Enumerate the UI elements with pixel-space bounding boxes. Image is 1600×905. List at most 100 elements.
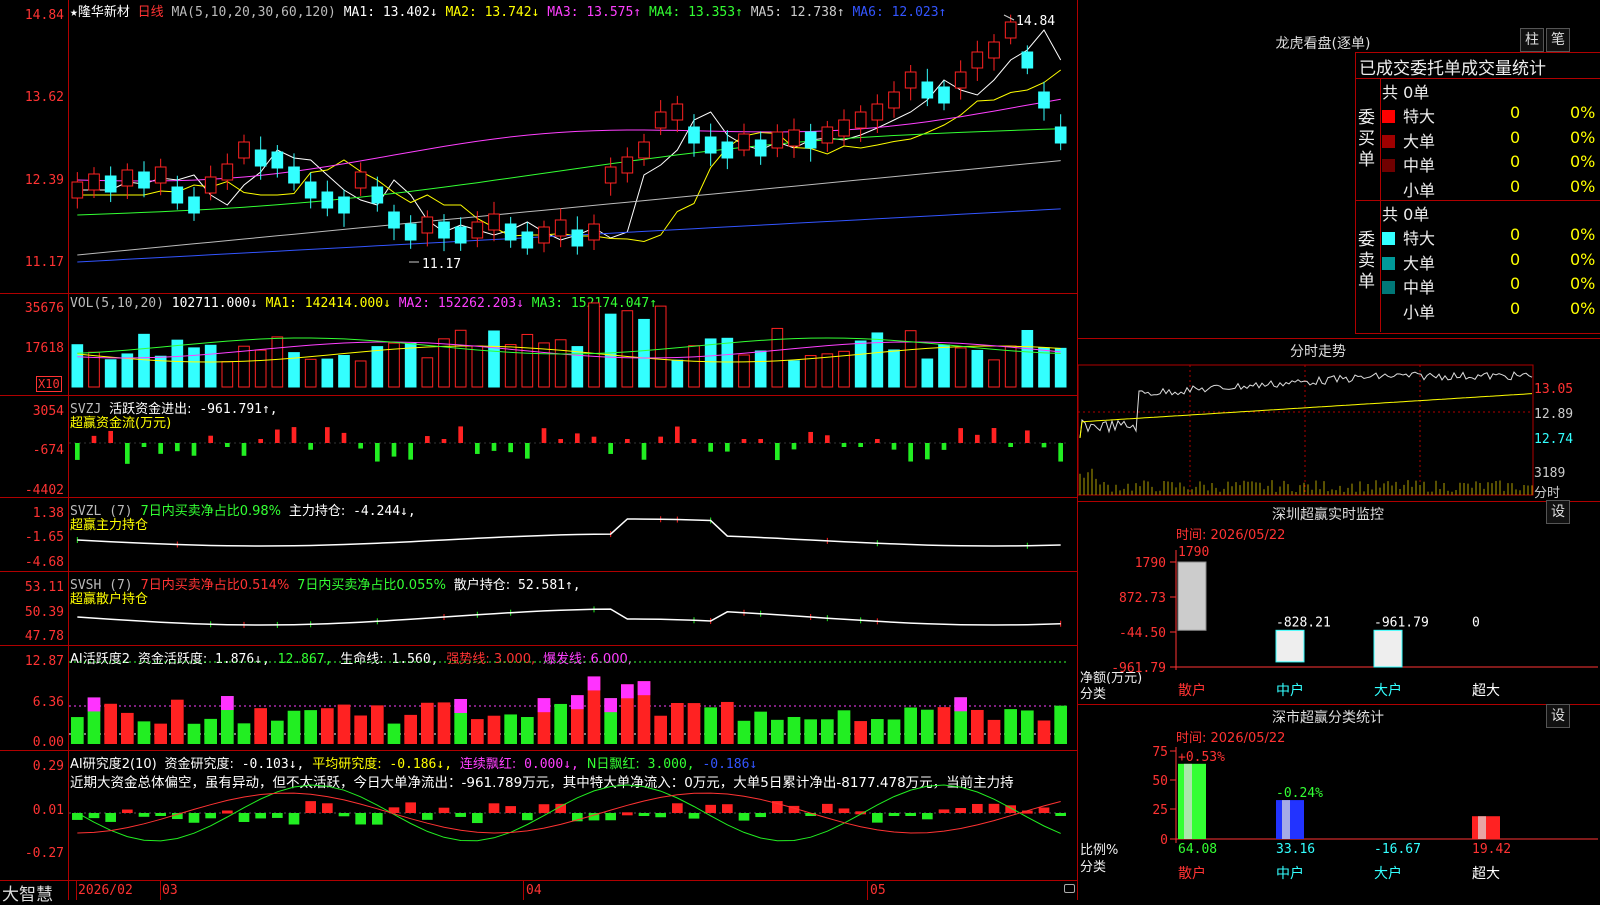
candle (1054, 126, 1067, 144)
tick-mode-button[interactable]: 笔 (1546, 28, 1570, 52)
flow-bar (108, 430, 113, 443)
lock-icon[interactable] (1064, 884, 1075, 893)
ratio-bar-highlight (1478, 816, 1486, 839)
net-bar (1177, 561, 1207, 631)
activity-bar (754, 711, 767, 744)
intraday-tick: 13.05 (1534, 382, 1574, 397)
research-bar (288, 813, 300, 825)
fund-flow-chart[interactable] (69, 396, 1077, 497)
volume-bar (254, 349, 267, 388)
sz-net-chart[interactable]: 1790872.73-44.50-961.791790散户-828.21中户-9… (1078, 540, 1600, 700)
order-size-label: 小单 (1403, 180, 1436, 200)
candle (171, 186, 184, 204)
activity-chart[interactable] (69, 646, 1077, 750)
volume-bar (688, 345, 700, 388)
category-label: 大户 (1374, 682, 1402, 699)
activity-bar (704, 707, 717, 744)
price-line (1079, 371, 1533, 439)
order-count: 0 (1510, 298, 1521, 318)
sz-cat-label: 分类 (1080, 687, 1107, 702)
category-label: 中户 (1276, 682, 1304, 699)
order-stat-row: 大单 0 0% (1382, 128, 1600, 152)
volume-bar (638, 318, 650, 388)
order-stat-row: 中单 0 0% (1382, 274, 1600, 298)
svzj-tick: -4402 (24, 483, 64, 498)
candle (288, 166, 300, 184)
candle (221, 163, 234, 181)
vol-tick: 35676 (24, 301, 64, 316)
ratio-value-label: -16.67 (1374, 842, 1421, 857)
volume-bar (888, 349, 900, 388)
candle (504, 223, 517, 241)
activity-bar (971, 709, 984, 744)
activity-burst (571, 695, 584, 710)
order-count: 0 (1510, 103, 1521, 122)
svzl-tick: 1.38 (32, 506, 64, 521)
candle (838, 119, 850, 137)
activity-bar (321, 708, 334, 744)
flow-bar (608, 443, 613, 454)
order-percent: 0% (1570, 298, 1596, 318)
research-chart[interactable] (69, 751, 1077, 880)
ai2-tick: -0.27 (24, 846, 64, 861)
class-settings-button[interactable]: 设 (1546, 704, 1570, 728)
main-holding-chart[interactable] (69, 498, 1077, 571)
sz-tick-label: -44.50 (1119, 626, 1166, 641)
research-bar (188, 813, 200, 823)
activity-bar (371, 705, 384, 744)
candle (704, 136, 717, 154)
research-bar (138, 813, 150, 817)
candle (238, 141, 250, 159)
activity-bar (721, 701, 734, 744)
candle (888, 91, 900, 109)
candle (371, 186, 384, 204)
candle (754, 139, 767, 157)
volume-chart[interactable] (69, 294, 1077, 395)
retail-holding-chart[interactable] (69, 572, 1077, 645)
volume-bar (521, 333, 534, 388)
candle (204, 176, 217, 194)
candle (821, 126, 834, 144)
research-bar (622, 812, 633, 816)
research-bar (488, 803, 500, 813)
intraday-chart[interactable] (1078, 360, 1600, 500)
legend-swatch (1382, 159, 1395, 172)
net-bar (1373, 629, 1403, 668)
flow-bar (791, 443, 797, 450)
section-divider (1078, 704, 1600, 705)
category-label: 散户 (1178, 865, 1206, 882)
legend-swatch (1382, 281, 1395, 294)
volume-bar (1054, 347, 1067, 388)
flow-bar (458, 426, 463, 443)
svzj-tick: 3054 (32, 404, 64, 419)
research-bar (655, 813, 666, 818)
intraday-tick: 12.74 (1534, 432, 1574, 447)
bar-mode-button[interactable]: 柱 (1520, 28, 1544, 52)
chart-area[interactable]: ★隆华新材 日线 MA(5,10,20,30,60,120) MA1: 13.4… (0, 0, 1077, 905)
volume-bar (71, 344, 84, 388)
flow-bar (1025, 430, 1030, 443)
volume-bar (1038, 347, 1050, 388)
candlestick-chart[interactable] (69, 0, 1077, 293)
activity-burst (454, 698, 467, 713)
activity-bar (437, 702, 451, 744)
order-stat-row: 大单 0 0% (1382, 250, 1600, 274)
flow-bar (441, 439, 447, 443)
candle (1004, 21, 1017, 39)
brand-logo: 大智慧 (2, 885, 53, 905)
order-stat-row: 特大 0 0% (1382, 225, 1600, 249)
class-ratio-chart[interactable]: 75 50 25 0 +0.53% 64.08 散户 -0.24% 33.16 中户 -16.67 大… (1078, 743, 1600, 900)
candle (421, 216, 434, 234)
vol-tick: 17618 (24, 341, 64, 356)
activity-burst (621, 684, 634, 699)
volume-bar (621, 310, 634, 388)
volume-bar (788, 360, 800, 388)
candle (471, 221, 484, 239)
sz-settings-button[interactable]: 设 (1546, 500, 1570, 524)
volume-bar (804, 355, 817, 388)
time-label: 05 (870, 883, 886, 898)
activity-burst (604, 698, 617, 713)
activity-burst (537, 698, 551, 713)
research-bar (1038, 807, 1050, 813)
research-bar (272, 813, 283, 818)
